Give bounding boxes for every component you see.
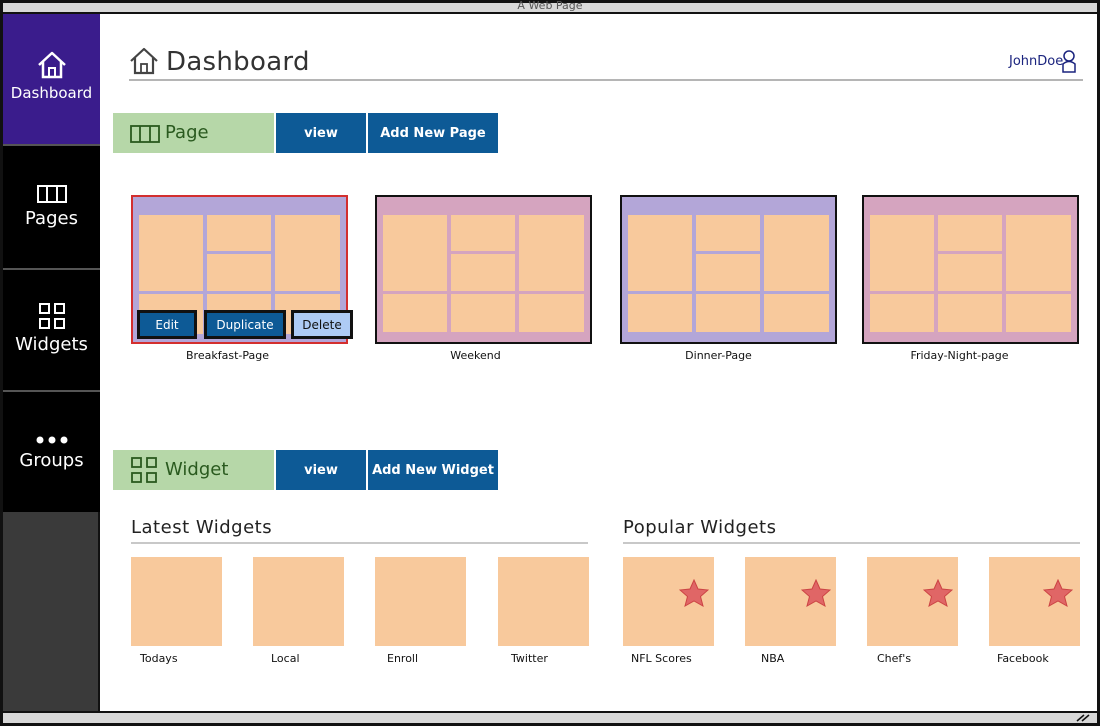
widget-tile-chefs[interactable] xyxy=(867,557,958,646)
page-thumbnail-weekend[interactable] xyxy=(375,195,592,344)
layout-cell xyxy=(383,294,447,332)
widget-tile-facebook[interactable] xyxy=(989,557,1080,646)
layout-cell xyxy=(519,215,584,291)
popular-widgets-title: Popular Widgets xyxy=(623,517,777,538)
layout-cell xyxy=(139,215,203,291)
layout-cell xyxy=(870,294,934,332)
page-title: Dashboard xyxy=(166,47,310,77)
star-icon xyxy=(1043,579,1073,607)
layout-cell xyxy=(938,254,1002,291)
edit-page-button[interactable]: Edit xyxy=(137,310,197,339)
layout-cell xyxy=(275,215,340,291)
resize-grip-icon[interactable] xyxy=(1075,714,1091,722)
widget-caption: NBA xyxy=(761,652,785,665)
layout-cell xyxy=(764,294,829,332)
layout-cell xyxy=(519,294,584,332)
layout-cell xyxy=(696,215,760,251)
delete-page-button[interactable]: Delete xyxy=(291,310,353,339)
add-new-page-button[interactable]: Add New Page xyxy=(368,113,498,153)
sidebar-item-label: Dashboard xyxy=(10,84,93,102)
page-thumbnail-caption: Dinner-Page xyxy=(685,349,752,362)
layout-cell xyxy=(764,215,829,291)
browser-window: A Web Page Dashboard Pages Widgets Group… xyxy=(0,0,1100,726)
layout-cell xyxy=(207,215,271,251)
page-thumbnail-dinner[interactable] xyxy=(620,195,837,344)
widget-tile-enroll[interactable] xyxy=(375,557,466,646)
layout-cell xyxy=(451,254,515,291)
sidebar-item-pages[interactable]: Pages xyxy=(3,146,100,268)
widget-caption: Todays xyxy=(140,652,178,665)
sidebar-item-label: Pages xyxy=(25,208,78,229)
columns-icon xyxy=(130,125,160,143)
window-title: A Web Page xyxy=(517,0,583,12)
page-thumbnail-caption: Breakfast-Page xyxy=(186,349,269,362)
widget-caption: NFL Scores xyxy=(631,652,692,665)
grid-icon xyxy=(131,457,157,483)
window-status-bar xyxy=(3,711,1097,723)
widget-caption: Local xyxy=(271,652,300,665)
latest-widgets-title: Latest Widgets xyxy=(131,517,273,538)
layout-cell xyxy=(938,294,1002,332)
user-name-link[interactable]: JohnDoe xyxy=(1009,54,1063,69)
view-pages-button[interactable]: view xyxy=(276,113,366,153)
widget-tile-twitter[interactable] xyxy=(498,557,589,646)
star-icon xyxy=(679,579,709,607)
sidebar-item-label: Widgets xyxy=(15,334,88,355)
home-icon xyxy=(130,47,158,75)
sidebar-item-dashboard[interactable]: Dashboard xyxy=(3,14,100,144)
widget-tile-nba[interactable] xyxy=(745,557,836,646)
layout-cell xyxy=(383,215,447,291)
page-section-label: Page xyxy=(113,113,274,153)
layout-cell xyxy=(1006,215,1071,291)
header-divider xyxy=(129,79,1083,81)
widget-caption: Twitter xyxy=(511,652,548,665)
widget-caption: Chef's xyxy=(877,652,912,665)
section-label-text: Widget xyxy=(165,459,229,480)
sidebar-item-label: Groups xyxy=(19,450,84,471)
sidebar-item-groups[interactable]: Groups xyxy=(3,392,100,512)
view-widgets-button[interactable]: view xyxy=(276,450,366,490)
layout-cell xyxy=(451,294,515,332)
layout-cell xyxy=(1006,294,1071,332)
widget-tile-nfl-scores[interactable] xyxy=(623,557,714,646)
widget-caption: Enroll xyxy=(387,652,419,665)
window-titlebar: A Web Page xyxy=(3,0,1097,14)
section-label-text: Page xyxy=(165,122,209,143)
columns-icon xyxy=(36,185,67,203)
widget-section-label: Widget xyxy=(113,450,274,490)
home-icon xyxy=(37,51,66,79)
widget-tile-todays[interactable] xyxy=(131,557,222,646)
layout-cell xyxy=(628,294,692,332)
more-dots-icon xyxy=(36,436,67,444)
page-thumbnail-caption: Friday-Night-page xyxy=(910,349,1009,362)
page-thumbnail-friday-night[interactable] xyxy=(862,195,1079,344)
page-thumbnail-caption: Weekend xyxy=(450,349,501,362)
sidebar: Dashboard Pages Widgets Groups xyxy=(3,14,100,711)
popular-widgets-divider xyxy=(623,542,1080,544)
layout-cell xyxy=(628,215,692,291)
star-icon xyxy=(923,579,953,607)
sidebar-item-widgets[interactable]: Widgets xyxy=(3,270,100,390)
star-icon xyxy=(801,579,831,607)
layout-cell xyxy=(451,215,515,251)
layout-cell xyxy=(938,215,1002,251)
widget-caption: Facebook xyxy=(997,652,1049,665)
widget-tile-local[interactable] xyxy=(253,557,344,646)
layout-cell xyxy=(207,254,271,291)
latest-widgets-divider xyxy=(131,542,588,544)
user-icon[interactable] xyxy=(1061,49,1077,73)
layout-cell xyxy=(696,254,760,291)
duplicate-page-button[interactable]: Duplicate xyxy=(204,310,286,339)
add-new-widget-button[interactable]: Add New Widget xyxy=(368,450,498,490)
layout-cell xyxy=(870,215,934,291)
grid-icon xyxy=(38,303,65,329)
layout-cell xyxy=(696,294,760,332)
